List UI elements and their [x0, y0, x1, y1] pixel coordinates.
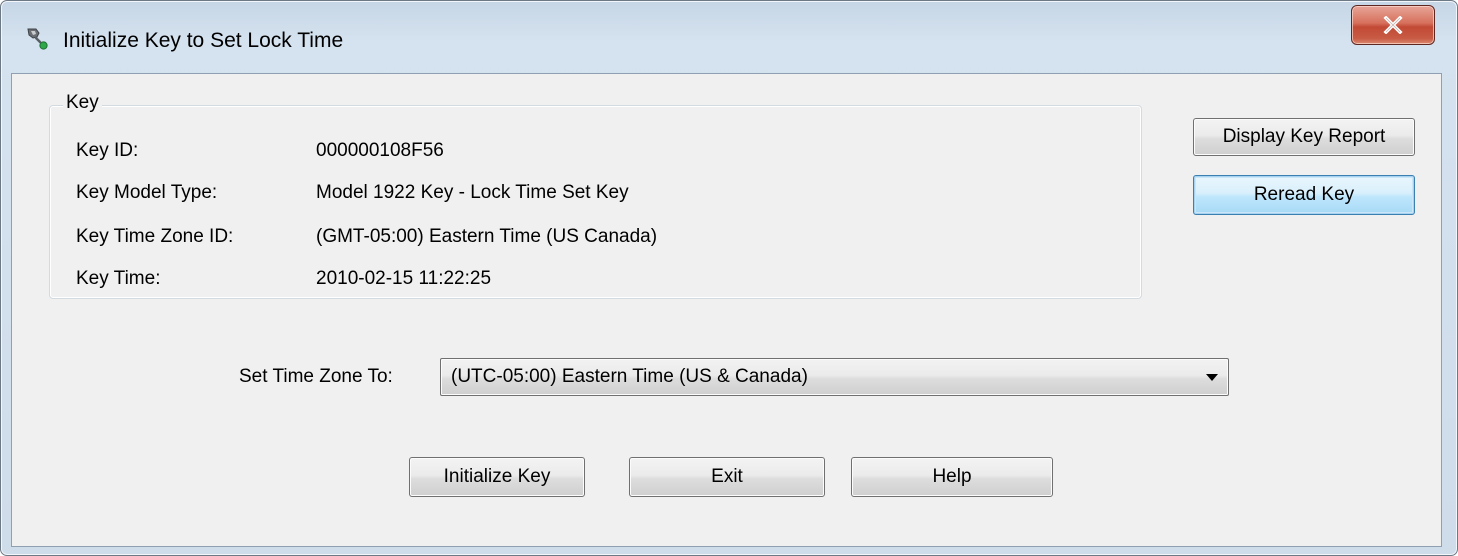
display-key-report-button[interactable]: Display Key Report — [1193, 118, 1415, 156]
title-bar[interactable]: Initialize Key to Set Lock Time — [1, 1, 1457, 73]
time-zone-dropdown[interactable]: (UTC-05:00) Eastern Time (US & Canada) — [440, 358, 1229, 396]
chevron-down-icon[interactable] — [1206, 374, 1218, 381]
reread-key-button[interactable]: Reread Key — [1193, 175, 1415, 215]
key-group-legend: Key — [63, 92, 102, 114]
window-title: Initialize Key to Set Lock Time — [63, 29, 344, 52]
key-id-label: Key ID: — [76, 140, 139, 161]
key-time-zone-id-value: (GMT-05:00) Eastern Time (US Canada) — [316, 226, 658, 247]
key-model-type-value: Model 1922 Key - Lock Time Set Key — [316, 182, 629, 203]
dialog-window: Initialize Key to Set Lock Time Key Key … — [0, 0, 1458, 556]
key-time-zone-id-label: Key Time Zone ID: — [76, 226, 234, 247]
dialog-client-area: Key Key ID: 000000108F56 Key Model Type:… — [11, 73, 1442, 547]
exit-button[interactable]: Exit — [629, 457, 825, 497]
close-button[interactable] — [1351, 5, 1435, 45]
close-x-icon — [1383, 16, 1403, 34]
key-time-label: Key Time: — [76, 268, 161, 289]
key-time-value: 2010-02-15 11:22:25 — [316, 268, 492, 289]
key-app-icon — [25, 27, 49, 51]
time-zone-selected-value: (UTC-05:00) Eastern Time (US & Canada) — [451, 366, 808, 387]
initialize-key-button[interactable]: Initialize Key — [409, 457, 585, 497]
key-id-value: 000000108F56 — [316, 140, 444, 161]
help-button[interactable]: Help — [851, 457, 1053, 497]
key-model-type-label: Key Model Type: — [76, 182, 218, 203]
set-time-zone-label: Set Time Zone To: — [239, 366, 393, 387]
